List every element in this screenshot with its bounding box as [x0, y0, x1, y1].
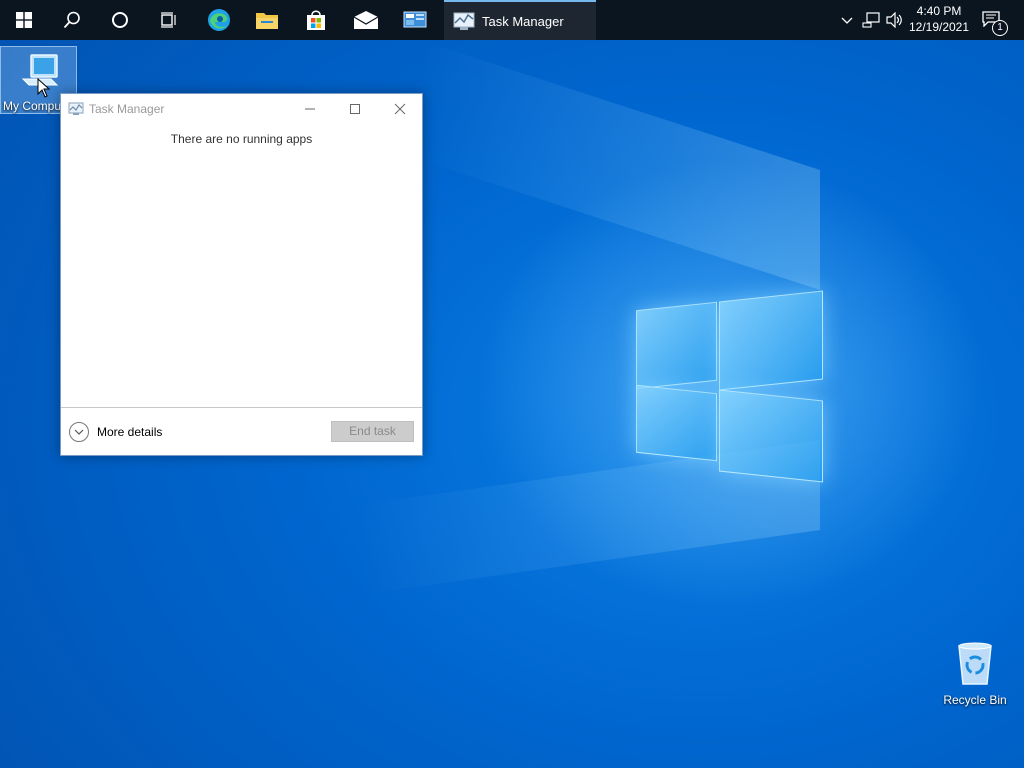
desktop-background: My Computer Recycle Bin Task Manager The… — [0, 0, 1024, 768]
file-explorer-button[interactable] — [243, 0, 291, 40]
folder-icon — [256, 13, 278, 29]
mail-button[interactable] — [342, 0, 390, 40]
task-manager-icon — [68, 102, 84, 115]
task-view-button[interactable] — [144, 0, 192, 40]
taskbar-task-manager[interactable]: Task Manager — [444, 0, 596, 40]
volume-tray-button[interactable] — [884, 0, 906, 40]
maximize-icon — [350, 104, 360, 114]
speaker-icon — [886, 12, 902, 28]
network-tray-button[interactable] — [860, 0, 882, 40]
window-footer: More details End task — [61, 407, 422, 456]
mouse-cursor-icon — [37, 78, 51, 98]
desktop-icon-label: Recycle Bin — [943, 693, 1007, 707]
store-icon — [307, 10, 325, 30]
start-button[interactable] — [0, 0, 48, 40]
task-manager-window[interactable]: Task Manager There are no running apps M… — [60, 93, 423, 456]
mail-icon — [353, 11, 379, 29]
chevron-up-icon — [841, 17, 853, 24]
more-details-toggle[interactable]: More details — [69, 422, 162, 442]
taskbar: Task Manager 4:40 PM 12/19/2021 1 — [0, 0, 1024, 40]
clock-time: 4:40 PM — [916, 4, 962, 18]
control-panel-icon — [403, 11, 427, 28]
edge-icon — [208, 9, 230, 31]
task-manager-icon — [453, 12, 475, 30]
search-button[interactable] — [48, 0, 96, 40]
control-panel-button[interactable] — [391, 0, 439, 40]
window-title: Task Manager — [89, 102, 165, 116]
notification-count-badge: 1 — [992, 20, 1008, 36]
chevron-down-icon — [69, 422, 89, 442]
cortana-button[interactable] — [96, 0, 144, 40]
recycle-bin-icon — [958, 642, 992, 685]
cortana-icon — [112, 12, 128, 28]
search-icon — [63, 11, 80, 29]
more-details-label: More details — [97, 425, 163, 439]
window-title-bar[interactable]: Task Manager — [61, 94, 422, 124]
show-hidden-icons-button[interactable] — [838, 0, 856, 40]
minimize-button[interactable] — [287, 94, 333, 124]
close-button[interactable] — [377, 94, 423, 124]
close-icon — [394, 103, 406, 115]
end-task-button[interactable]: End task — [331, 421, 414, 442]
microsoft-store-button[interactable] — [292, 0, 340, 40]
no-running-apps-message: There are no running apps — [170, 132, 313, 146]
edge-button[interactable] — [195, 0, 243, 40]
logo-pane — [719, 290, 823, 391]
wallpaper-light-beam — [420, 40, 820, 290]
taskbar-clock[interactable]: 4:40 PM 12/19/2021 — [904, 3, 974, 35]
windows-start-icon — [16, 12, 32, 28]
network-icon — [862, 12, 880, 28]
maximize-button[interactable] — [332, 94, 378, 124]
desktop-icon-recycle-bin[interactable]: Recycle Bin — [940, 640, 1010, 710]
logo-pane — [636, 384, 717, 462]
windows-logo-wallpaper — [636, 290, 823, 483]
taskbar-app-label: Task Manager — [482, 13, 564, 29]
clock-date: 12/19/2021 — [908, 20, 970, 34]
action-center-button[interactable]: 1 — [978, 0, 1008, 40]
minimize-icon — [305, 108, 315, 110]
task-view-icon — [161, 12, 176, 28]
logo-pane — [719, 389, 823, 483]
logo-pane — [636, 301, 717, 390]
